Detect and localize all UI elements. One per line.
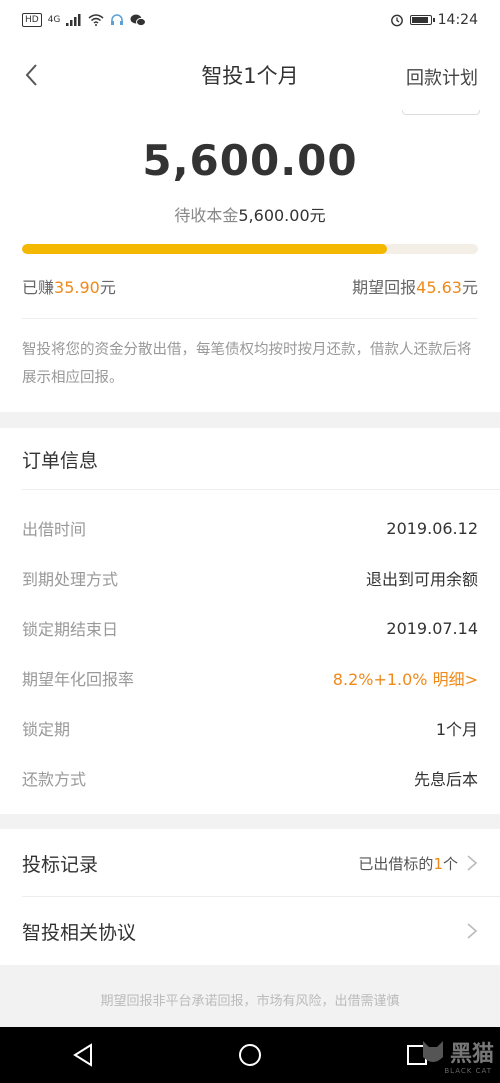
status-right: 14:24 [390,12,478,28]
row-value: 2019.06.12 [386,518,478,538]
earnings-row: 已赚35.90元 期望回报45.63元 [22,274,478,298]
alarm-icon [390,14,403,27]
total-amount: 5,600.00 [142,136,358,185]
principal-value: 5,600.00元 [238,206,326,225]
cat-logo-icon [422,1041,443,1062]
order-row-lock-period: 锁定期 1个月 [22,716,478,740]
back-arrow-icon[interactable] [18,60,48,90]
order-row-annual-rate: 期望年化回报率 8.2%+1.0% 明细> [22,666,478,690]
order-info-title: 订单信息 [22,450,99,472]
divider [22,318,478,319]
row-label: 出借时间 [22,520,87,539]
expected-unit: 元 [461,278,478,297]
circle-home-icon [238,1044,261,1066]
order-row-maturity-handling: 到期处理方式 退出到可用余额 [22,566,478,590]
page-title: 智投1个月 [201,64,299,88]
principal-label: 待收本金 [174,206,239,225]
order-row-lend-time: 出借时间 2019.06.12 [22,516,478,540]
row-label: 锁定期结束日 [22,620,119,639]
return-progress-bar [22,244,478,254]
risk-disclaimer: 期望回报非平台承诺回报，市场有风险，出借需谨慎 [100,994,400,1009]
headset-icon [111,14,124,25]
bid-records-value: 已出借标的1个 [358,853,478,874]
rate-detail-link[interactable]: 8.2%+1.0% 明细> [333,666,478,690]
battery-icon [409,15,435,25]
row-label: 还款方式 [22,770,87,789]
chevron-right-icon [467,923,478,939]
chevron-right-icon [467,855,478,871]
summary-card: 5,600.00 待收本金5,600.00元 已赚35.90元 期望回报45.6… [0,110,500,412]
expected-return: 期望回报45.63元 [352,274,478,298]
row-value: 先息后本 [413,770,478,789]
earned-value: 35.90 [54,278,100,297]
earned: 已赚35.90元 [22,274,116,298]
agreement-row[interactable]: 智投相关协议 [22,916,478,946]
network-type: 4G [47,15,61,25]
description-text: 智投将您的资金分散出借，每笔债权均按时按月还款，借款人还款后将展示相应回报。 [22,342,472,386]
expected-label: 期望回报 [352,278,417,297]
bid-records-prefix: 已出借标的 [358,854,434,873]
wechat-icon [130,14,147,27]
row-value: 退出到可用余额 [365,570,478,589]
row-label: 期望年化回报率 [22,670,135,689]
nav-bar: 智投1个月 回款计划 [0,40,500,110]
row-label: 锁定期 [22,720,71,739]
tab-hint [402,110,480,115]
watermark: 黑猫 [420,1036,494,1068]
progress-fill [22,244,387,254]
row-label: 到期处理方式 [22,570,119,589]
pending-principal: 待收本金5,600.00元 [0,202,500,226]
system-back-button[interactable] [67,1039,99,1071]
earned-label: 已赚 [22,278,55,297]
order-row-repayment-method: 还款方式 先息后本 [22,766,478,790]
status-bar: HD 4G 14:24 [0,0,500,40]
signal-icon [66,14,81,26]
order-info-card: 订单信息 出借时间 2019.06.12 到期处理方式 退出到可用余额 锁定期结… [0,428,500,814]
bid-records-row[interactable]: 投标记录 已出借标的1个 [22,848,478,878]
divider [22,489,500,490]
repayment-plan-link[interactable]: 回款计划 [406,64,478,90]
status-left: HD 4G [22,13,147,27]
wifi-icon [88,14,104,26]
hd-badge: HD [22,13,42,27]
bid-records-count: 1 [433,854,443,873]
watermark-sub: BLACK CAT [444,1067,492,1075]
earned-unit: 元 [99,278,116,297]
order-row-lock-end-date: 锁定期结束日 2019.07.14 [22,616,478,640]
system-home-button[interactable] [234,1039,266,1071]
divider [22,896,500,897]
links-card: 投标记录 已出借标的1个 智投相关协议 [0,829,500,965]
agreement-arrow [466,922,478,940]
row-value: 2019.07.14 [386,618,478,638]
clock: 14:24 [437,12,478,28]
triangle-back-icon [73,1043,93,1067]
agreement-label: 智投相关协议 [22,921,137,944]
expected-value: 45.63 [416,278,462,297]
bid-records-suffix: 个 [442,854,458,873]
row-value: 1个月 [435,720,478,739]
bid-records-label: 投标记录 [22,853,99,876]
watermark-text: 黑猫 [449,1042,494,1067]
